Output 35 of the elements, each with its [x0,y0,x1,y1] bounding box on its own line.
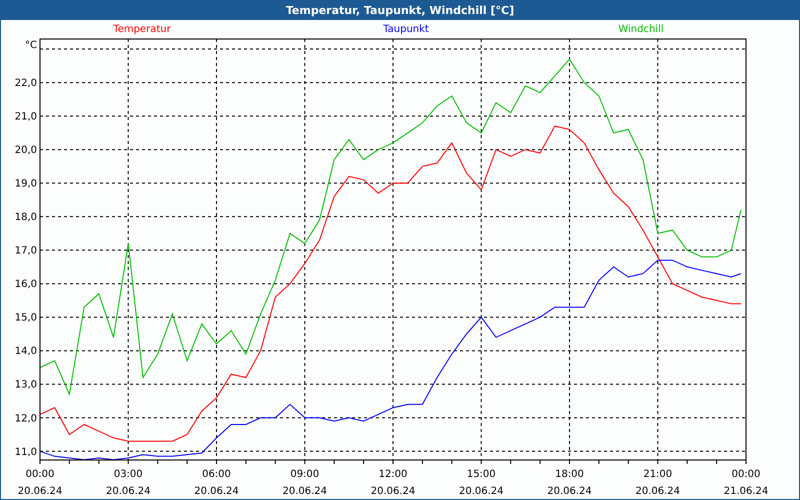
x-tick-label: 00:00 [26,469,54,480]
y-tick-label: 16,0 [14,279,37,290]
x-tick-label: 06:00 [202,469,231,480]
date-label: 20.06.24 [194,486,239,497]
x-tick-label: 12:00 [378,469,408,480]
axis-unit-label: °C [25,40,37,51]
x-tick-label: 15:00 [466,469,496,480]
y-tick-label: 21,0 [14,112,37,123]
date-label: 20.06.24 [370,486,416,497]
x-tick-label: 00:00 [732,469,760,480]
y-tick-label: 15,0 [14,312,37,324]
date-label: 20.06.24 [106,486,151,497]
y-tick-label: 22,0 [14,78,37,90]
date-label: 20.06.24 [282,486,328,497]
y-tick-label: 20,0 [14,145,37,156]
y-tick-label: 18,0 [14,212,37,224]
date-label: 20.06.24 [18,486,62,497]
x-tick-label: 09:00 [290,469,320,480]
chart-title: Temperatur, Taupunkt, Windchill [°C] [1,1,799,20]
date-label: 20.06.24 [635,486,680,497]
date-label: 20.06.24 [547,486,592,497]
date-label: 20.06.24 [458,486,504,497]
x-tick-label: 18:00 [555,469,584,480]
y-tick-label: 19,0 [14,178,37,190]
legend-label: Windchill [618,24,664,35]
x-tick-label: 03:00 [114,469,143,480]
y-tick-label: 17,0 [14,246,37,257]
x-tick-label: 21:00 [643,469,672,480]
date-label: 21.06.24 [724,486,768,497]
y-tick-label: 14,0 [14,346,37,358]
y-tick-label: 11,0 [14,446,37,458]
y-tick-label: 13,0 [14,380,37,391]
y-tick-label: 12,0 [14,413,37,424]
legend-label: Taupunkt [383,24,429,35]
legend-label: Temperatur [113,24,171,35]
